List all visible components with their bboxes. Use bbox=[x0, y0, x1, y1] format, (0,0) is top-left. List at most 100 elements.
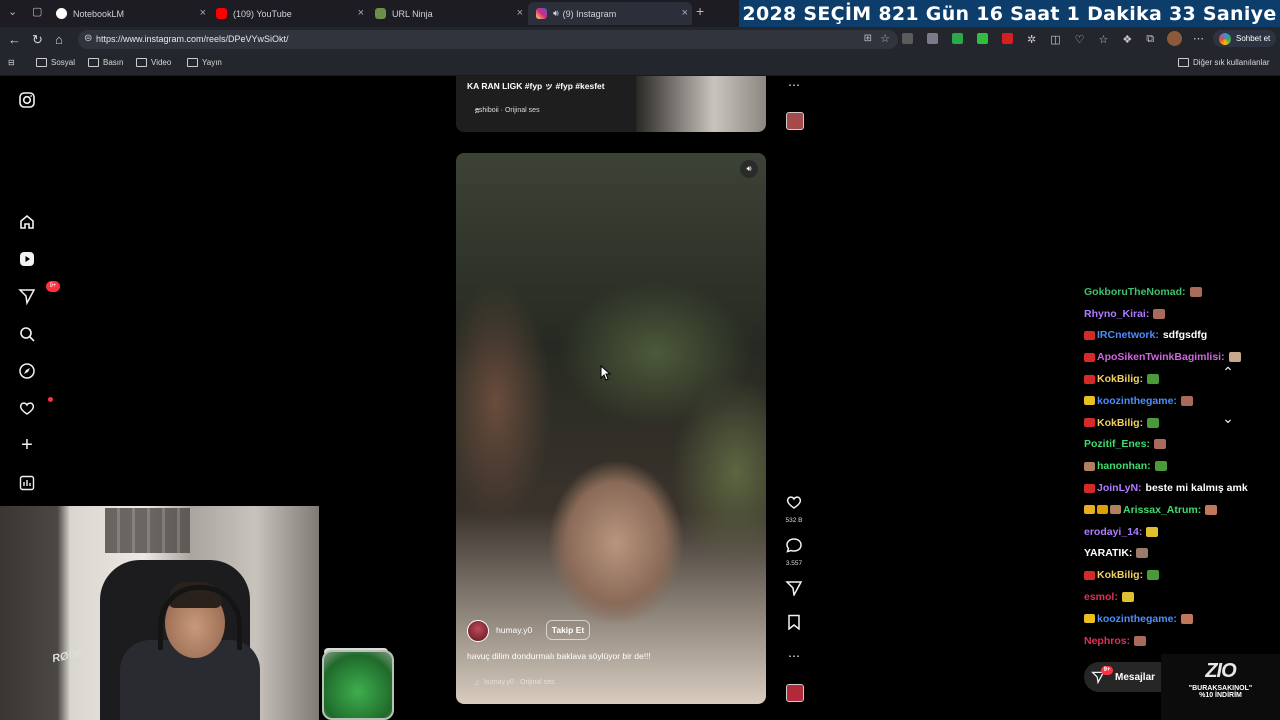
chat-username[interactable]: GokboruTheNomad: bbox=[1084, 286, 1186, 298]
create-plus-icon[interactable]: + bbox=[18, 435, 36, 455]
share-send-icon[interactable] bbox=[785, 580, 803, 598]
new-tab-icon[interactable]: + bbox=[696, 3, 704, 19]
chat-username[interactable]: esmol: bbox=[1084, 591, 1118, 603]
other-bookmarks-label: Diğer sık kullanılanlar bbox=[1193, 58, 1270, 67]
home-icon[interactable] bbox=[18, 213, 36, 231]
favorite-star-icon[interactable]: ☆ bbox=[880, 32, 890, 45]
more-menu-icon[interactable]: ⋯ bbox=[1193, 32, 1204, 45]
bookmark-icon[interactable] bbox=[785, 614, 803, 631]
profile-avatar[interactable] bbox=[1167, 31, 1182, 46]
audio-thumbnail[interactable] bbox=[786, 684, 804, 702]
election-countdown-banner: 2028 SEÇİM 821 Gün 16 Saat 1 Dakika 33 S… bbox=[739, 0, 1280, 27]
chat-emote-icon bbox=[1147, 417, 1160, 428]
save-action[interactable] bbox=[785, 614, 803, 635]
collections-icon[interactable]: ❖ bbox=[1122, 33, 1132, 46]
extension-icon[interactable] bbox=[977, 33, 988, 44]
back-arrow-icon[interactable]: ← bbox=[8, 32, 21, 47]
close-tab-icon[interactable]: × bbox=[200, 7, 206, 19]
close-tab-icon[interactable]: × bbox=[358, 7, 364, 19]
chat-username[interactable]: hanonhan: bbox=[1097, 460, 1151, 472]
chat-username[interactable]: Pozitif_Enes: bbox=[1084, 438, 1150, 450]
chat-username[interactable]: KokBilig: bbox=[1097, 417, 1143, 429]
extensions-puzzle-icon[interactable]: ✲ bbox=[1027, 33, 1036, 46]
close-tab-icon[interactable]: × bbox=[682, 7, 688, 19]
chat-username[interactable]: koozinthegame: bbox=[1097, 613, 1177, 625]
chat-username[interactable]: erodayi_14: bbox=[1084, 526, 1142, 538]
volume-icon[interactable]: 🔊︎ bbox=[740, 160, 758, 178]
bookmarks-icon[interactable]: ⊟ bbox=[8, 58, 15, 67]
reload-icon[interactable]: ↻ bbox=[32, 32, 43, 48]
chat-username[interactable]: IRCnetwork: bbox=[1097, 329, 1159, 341]
messages-send-icon[interactable]: 9+ bbox=[18, 281, 60, 306]
chat-badge-icon bbox=[1084, 461, 1095, 471]
workspaces-icon[interactable]: ▢ bbox=[32, 5, 42, 18]
install-app-icon[interactable]: ⊞ bbox=[864, 33, 872, 44]
like-heart-icon[interactable] bbox=[785, 494, 803, 510]
url-text[interactable]: https://www.instagram.com/reels/DPeVYwSi… bbox=[96, 34, 289, 44]
chat-username[interactable]: Rhyno_Kirai: bbox=[1084, 308, 1149, 320]
chat-username[interactable]: ApoSikenTwinkBagimlisi: bbox=[1097, 351, 1225, 363]
split-screen-icon[interactable]: ◫ bbox=[1050, 33, 1060, 46]
instagram-logo-icon[interactable] bbox=[18, 91, 36, 109]
dashboard-chart-icon[interactable] bbox=[18, 474, 36, 492]
previous-reel[interactable]: KA RAN LIGK #fyp ッ #fyp #kesfet eshiboii… bbox=[456, 76, 766, 132]
extension-icon[interactable] bbox=[952, 33, 963, 44]
tab-title: URL Ninja bbox=[392, 8, 433, 19]
chat-username[interactable]: YARATIK: bbox=[1084, 547, 1132, 559]
tab-notebooklm[interactable]: NotebookLM × bbox=[56, 2, 206, 25]
site-info-icon[interactable]: ⊜ bbox=[84, 33, 92, 44]
more-options-icon[interactable]: ⋯ bbox=[785, 78, 803, 92]
chat-username[interactable]: Arissax_Atrum: bbox=[1123, 504, 1201, 516]
previous-reel-audio[interactable]: eshiboii · Orijinal ses bbox=[475, 107, 540, 114]
reels-icon[interactable] bbox=[18, 250, 36, 268]
follow-button[interactable]: Takip Et bbox=[546, 620, 590, 640]
notification-badge: 9+ bbox=[46, 281, 60, 292]
more-options-icon[interactable]: ⋯ bbox=[785, 649, 803, 663]
close-tab-icon[interactable]: × bbox=[517, 7, 523, 19]
explore-compass-icon[interactable] bbox=[18, 362, 36, 380]
notifications-heart-icon[interactable] bbox=[18, 397, 53, 417]
tab-menu-chevron-icon[interactable]: ⌄ bbox=[8, 5, 17, 18]
tab-instagram[interactable]: 🔊︎ (9) Instagram × bbox=[528, 2, 692, 25]
tab-title: (9) Instagram bbox=[562, 8, 617, 19]
copilot-chat-button[interactable]: Sohbet et bbox=[1213, 30, 1277, 47]
copilot-icon bbox=[1219, 32, 1231, 45]
tab-url-ninja[interactable]: URL Ninja × bbox=[375, 2, 523, 25]
countdown-year: 2028 bbox=[742, 2, 797, 25]
reel-video[interactable] bbox=[456, 153, 766, 704]
chat-message-text: beste mi kalmış amk bbox=[1145, 482, 1248, 495]
speaker-icon[interactable]: 🔊︎ bbox=[553, 8, 559, 19]
chat-username[interactable]: koozinthegame: bbox=[1097, 395, 1177, 407]
like-action[interactable]: 532 B bbox=[785, 494, 803, 524]
reel-author-avatar[interactable] bbox=[467, 620, 489, 642]
bookmark-folder-basin[interactable]: Basın bbox=[88, 58, 123, 67]
bookmark-folder-yayin[interactable]: Yayın bbox=[187, 58, 222, 67]
previous-audio-thumbnail[interactable] bbox=[786, 112, 804, 130]
bookmark-folder-sosyal[interactable]: Sosyal bbox=[36, 58, 75, 67]
chat-username[interactable]: JoinLyN: bbox=[1097, 482, 1142, 494]
reel-audio[interactable]: humay.y0 · Orijinal ses bbox=[484, 679, 555, 686]
scroll-up-chevron-icon[interactable]: ⌃ bbox=[1218, 362, 1238, 382]
chat-username[interactable]: KokBilig: bbox=[1097, 373, 1143, 385]
other-bookmarks[interactable]: Diğer sık kullanılanlar bbox=[1178, 58, 1269, 67]
bookmark-folder-video[interactable]: Video bbox=[136, 58, 171, 67]
chat-username[interactable]: KokBilig: bbox=[1097, 569, 1143, 581]
favorites-icon[interactable]: ☆ bbox=[1099, 33, 1109, 46]
url-field[interactable]: ⊜ https://www.instagram.com/reels/DPeVYw… bbox=[78, 30, 898, 49]
search-icon[interactable] bbox=[18, 325, 36, 343]
comment-action[interactable]: 3.557 bbox=[785, 537, 803, 567]
chat-username[interactable]: Nephros: bbox=[1084, 635, 1130, 647]
browser-essentials-icon[interactable]: ♡ bbox=[1075, 33, 1085, 46]
extension-icon[interactable] bbox=[1002, 33, 1013, 44]
share-action[interactable] bbox=[785, 580, 803, 601]
home-icon[interactable]: ⌂ bbox=[55, 32, 63, 47]
extension-icon[interactable] bbox=[927, 33, 938, 44]
scroll-down-chevron-icon[interactable]: ⌄ bbox=[1218, 408, 1238, 428]
folder-icon bbox=[187, 58, 198, 67]
url-ninja-favicon-icon bbox=[375, 8, 386, 19]
screenshot-icon[interactable]: ⧉ bbox=[1146, 33, 1154, 46]
extension-icon[interactable] bbox=[902, 33, 913, 44]
reel-author-username[interactable]: humay.y0 bbox=[496, 625, 532, 635]
comment-bubble-icon[interactable] bbox=[785, 537, 803, 553]
tab-youtube[interactable]: (109) YouTube × bbox=[216, 2, 364, 25]
